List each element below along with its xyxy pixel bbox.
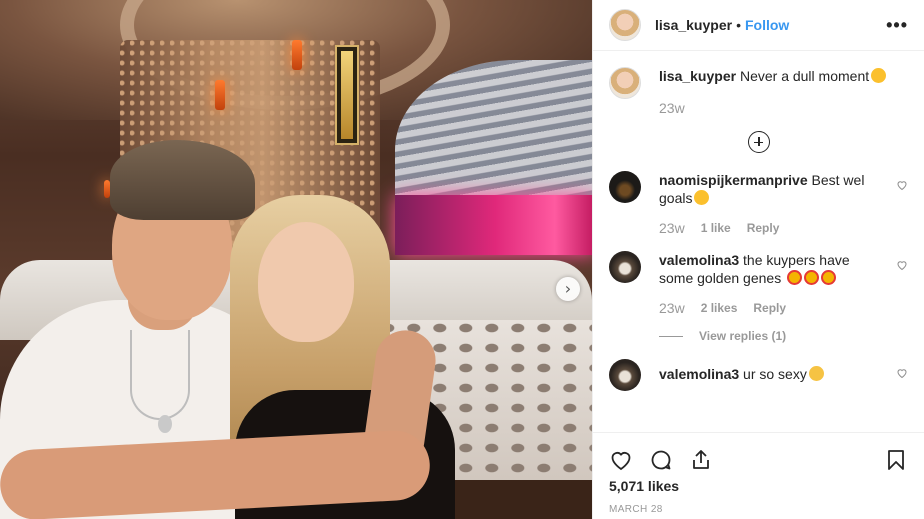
- author-username[interactable]: lisa_kuyper: [655, 17, 732, 33]
- follow-button[interactable]: Follow: [745, 17, 789, 33]
- heart-icon[interactable]: [886, 251, 908, 345]
- comment-item: valemolina3 ur so sexy: [609, 359, 908, 391]
- photo-neon-light: [395, 195, 592, 255]
- comment-item: naomispijkermanprive Best wel goals 23w …: [609, 171, 908, 237]
- comment-text: ur so sexy: [743, 366, 807, 382]
- crying-face-icon: [808, 366, 824, 381]
- comments-list[interactable]: lisa_kuyper Never a dull moment 23w naom…: [593, 51, 924, 432]
- photo-man-necklace: [130, 330, 190, 420]
- heart-eyes-icon: [804, 270, 820, 285]
- photo-screen: [335, 45, 359, 145]
- silly-face-icon: [871, 68, 887, 83]
- next-photo-button[interactable]: ›: [556, 277, 580, 301]
- comment-meta: 23w 2 likes Reply: [659, 299, 886, 317]
- caption: lisa_kuyper Never a dull moment 23w: [609, 67, 908, 117]
- post-header: lisa_kuyper • Follow •••: [593, 0, 924, 51]
- post-date[interactable]: MARCH 28: [593, 504, 924, 515]
- avatar[interactable]: [609, 251, 641, 283]
- photo-woman-face: [258, 222, 354, 342]
- instagram-post-modal: › lisa_kuyper • Follow ••• lisa_kuyper N…: [0, 0, 924, 519]
- share-icon[interactable]: [689, 448, 713, 472]
- caption-username[interactable]: lisa_kuyper: [659, 68, 736, 84]
- photo-man-pendant: [158, 415, 172, 433]
- likes-count[interactable]: 5,071 likes: [593, 478, 924, 494]
- comment-timestamp[interactable]: 23w: [659, 299, 685, 317]
- post-side-panel: lisa_kuyper • Follow ••• lisa_kuyper Nev…: [592, 0, 924, 519]
- photo-lamp: [292, 40, 302, 70]
- reply-button[interactable]: Reply: [747, 219, 780, 237]
- view-replies-button[interactable]: View replies (1): [659, 327, 886, 345]
- heart-icon[interactable]: [886, 359, 908, 391]
- comment-username[interactable]: valemolina3: [659, 252, 739, 268]
- heart-icon[interactable]: [886, 171, 908, 237]
- caption-text: Never a dull moment: [739, 68, 870, 84]
- caption-timestamp[interactable]: 23w: [659, 99, 908, 117]
- heart-eyes-icon: [787, 270, 803, 285]
- kiss-face-icon: [694, 190, 710, 205]
- comment-meta: 23w 1 like Reply: [659, 219, 886, 237]
- avatar[interactable]: [609, 171, 641, 203]
- heart-eyes-icon: [821, 270, 837, 285]
- avatar[interactable]: [609, 359, 641, 391]
- heart-icon[interactable]: [609, 448, 633, 472]
- bookmark-icon[interactable]: [884, 448, 908, 472]
- post-photo[interactable]: ›: [0, 0, 592, 519]
- avatar[interactable]: [609, 9, 641, 41]
- plus-circle-icon[interactable]: [747, 131, 770, 153]
- reply-button[interactable]: Reply: [753, 299, 786, 317]
- photo-lamp: [215, 80, 225, 110]
- avatar[interactable]: [609, 67, 641, 99]
- comment-likes[interactable]: 1 like: [701, 219, 731, 237]
- comment-item: valemolina3 the kuypers have some golden…: [609, 251, 908, 345]
- comment-likes[interactable]: 2 likes: [701, 299, 738, 317]
- replies-divider: [659, 335, 683, 337]
- separator-dot: •: [736, 17, 741, 33]
- comment-icon[interactable]: [649, 448, 673, 472]
- comment-timestamp[interactable]: 23w: [659, 219, 685, 237]
- comment-username[interactable]: naomispijkermanprive: [659, 172, 808, 188]
- view-replies-label[interactable]: View replies (1): [699, 327, 786, 345]
- more-options-icon[interactable]: •••: [886, 15, 908, 36]
- comment-username[interactable]: valemolina3: [659, 366, 739, 382]
